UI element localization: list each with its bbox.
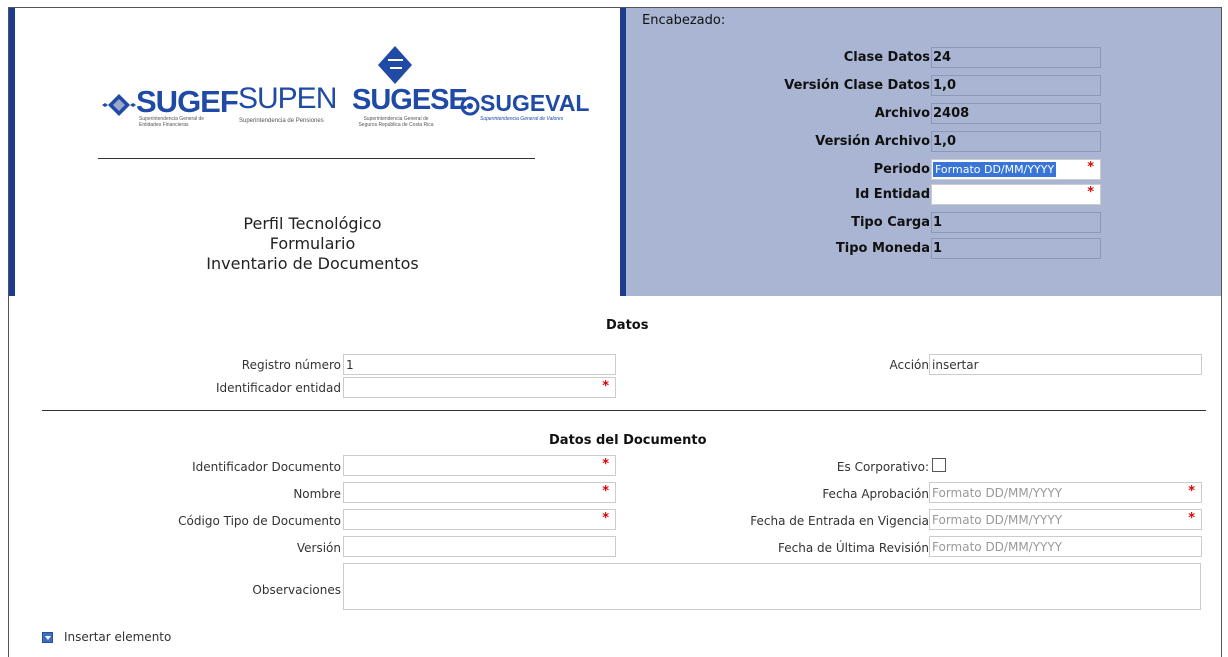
nombre-label: Nombre [293,487,341,501]
version-archivo-field: 1,0 [931,131,1101,152]
expand-down-icon[interactable] [42,632,53,643]
fecha-revision-placeholder: Formato DD/MM/YYYY [932,540,1063,554]
version-label: Versión [296,541,341,555]
es-corporativo-checkbox[interactable] [932,458,946,472]
header-row-clase-datos: Clase Datos 24 [626,47,1221,69]
page-right-border [1221,296,1222,657]
nombre-input[interactable]: * [343,482,616,503]
header-row-version-archivo: Versión Archivo 1,0 [626,131,1221,153]
es-corporativo-label: Es Corporativo: [836,460,929,474]
sugese-tagline: Superintendencia General de Seguros Repú… [358,116,434,128]
registro-input[interactable]: 1 [343,354,616,375]
required-marker: * [602,484,609,499]
left-accent-bar [9,8,15,296]
version-clase-datos-field: 1,0 [931,75,1101,96]
form-title-line2: Formulario [269,234,356,253]
header-row-tipo-carga: Tipo Carga 1 [626,212,1221,234]
tipo-moneda-field: 1 [931,238,1101,259]
header-row-id-entidad: Id Entidad * [626,184,1221,206]
header-label: Tipo Carga [851,215,930,230]
fecha-revision-label: Fecha de Última Revisión [778,541,929,555]
page-left-border [8,296,9,657]
insert-element-link[interactable]: Insertar elemento [64,630,171,644]
identificador-entidad-label: Identificador entidad [215,381,341,395]
required-marker: * [1188,484,1195,499]
header-heading: Encabezado: [642,13,726,28]
accion-value: insertar [932,358,979,372]
id-entidad-input[interactable]: * [931,184,1101,205]
id-documento-label: Identificador Documento [192,460,341,474]
clase-datos-field: 24 [931,47,1101,68]
header-label: Versión Archivo [815,134,930,149]
registro-label: Registro número [241,358,341,372]
required-marker: * [1087,160,1094,175]
supen-logo: SUPEN [238,82,337,115]
sugef-logo-icon [102,94,136,116]
datos-heading: Datos [606,318,649,333]
periodo-value: Formato DD/MM/YYYY [933,162,1057,177]
codigo-tipo-documento-label: Código Tipo de Documento [178,514,341,528]
sugese-logo-icon [378,46,412,84]
observaciones-textarea[interactable] [343,563,1201,610]
observaciones-label: Observaciones [252,583,341,597]
archivo-field: 2408 [931,103,1101,124]
fecha-vigencia-label: Fecha de Entrada en Vigencia [750,514,929,528]
identificador-entidad-input[interactable]: * [343,377,616,398]
section-divider [42,410,1206,411]
sugeval-logo: SUGEVAL [480,90,590,116]
version-input[interactable] [343,536,616,557]
documento-heading: Datos del Documento [549,433,707,448]
form-title-line3: Inventario de Documentos [206,254,419,273]
sugef-tagline: Superintendencia General de Entidades Fi… [139,116,205,128]
accion-label: Acción [889,358,929,372]
codigo-tipo-documento-input[interactable]: * [343,509,616,530]
registro-value: 1 [346,358,354,372]
tipo-carga-field: 1 [931,212,1101,233]
required-marker: * [1188,511,1195,526]
fecha-aprobacion-placeholder: Formato DD/MM/YYYY [932,486,1063,500]
sugeval-tagline: Superintendencia General de Valores [480,116,564,122]
accion-input[interactable]: insertar [929,354,1202,375]
sugeval-logo-icon [460,96,480,116]
required-marker: * [602,457,609,472]
required-marker: * [602,379,609,394]
id-documento-input[interactable]: * [343,455,616,476]
header-label: Tipo Moneda [835,241,930,256]
fecha-vigencia-input[interactable]: Formato DD/MM/YYYY * [929,509,1202,530]
header-label: Archivo [874,106,930,121]
periodo-input[interactable]: Formato DD/MM/YYYY * [931,159,1101,180]
header-row-periodo: Periodo Formato DD/MM/YYYY * [626,159,1221,181]
fecha-vigencia-placeholder: Formato DD/MM/YYYY [932,513,1063,527]
supen-tagline: Superintendencia de Pensiones [239,118,324,124]
required-marker: * [1087,185,1094,200]
header-row-tipo-moneda: Tipo Moneda 1 [626,238,1221,260]
sugese-logo: SUGESE [352,84,468,116]
required-marker: * [602,511,609,526]
header-row-version-clase: Versión Clase Datos 1,0 [626,75,1221,97]
logo-divider [98,158,535,159]
header-row-archivo: Archivo 2408 [626,103,1221,125]
fecha-aprobacion-label: Fecha Aprobación [822,487,929,501]
form-title-line1: Perfil Tecnológico [243,214,382,233]
fecha-revision-input[interactable]: Formato DD/MM/YYYY [929,536,1202,557]
form-title: Perfil Tecnológico Formulario Inventario… [150,214,475,274]
header-label: Periodo [873,162,930,177]
header-label: Clase Datos [843,50,930,65]
sugef-logo: SUGEF [136,84,239,119]
header-label: Versión Clase Datos [784,78,930,93]
fecha-aprobacion-input[interactable]: Formato DD/MM/YYYY * [929,482,1202,503]
header-label: Id Entidad [855,187,930,202]
